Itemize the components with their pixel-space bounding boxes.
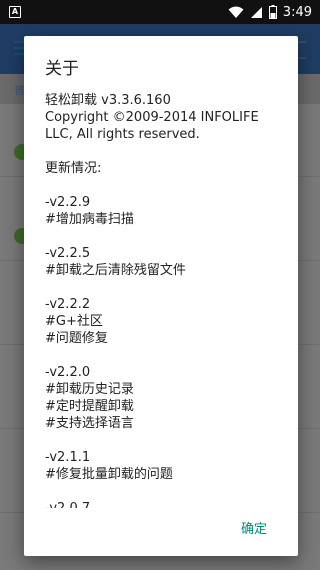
content-line: Copyright ©2009-2014 INFOLIFE: [45, 110, 259, 125]
content-line: LLC, All rights reserved.: [45, 127, 200, 142]
content-line: #G+社区: [45, 314, 103, 329]
status-bar: A 3:49: [0, 0, 320, 24]
content-line: #支持选择语言: [45, 416, 134, 431]
clock: 3:49: [282, 4, 312, 20]
content-line: -v2.2.9: [45, 195, 91, 210]
content-line: -v2.1.1: [45, 450, 91, 465]
content-line: #问题修复: [45, 331, 108, 346]
about-dialog: 关于 轻松卸载 v3.3.6.160 Copyright ©2009-2014 I…: [24, 36, 298, 556]
signal-icon: [250, 6, 262, 18]
content-line: 轻松卸载 v3.3.6.160: [45, 93, 171, 108]
battery-icon: [268, 5, 277, 19]
dialog-actions: 确定: [24, 504, 298, 556]
dialog-content[interactable]: 轻松卸载 v3.3.6.160 Copyright ©2009-2014 INFO…: [45, 92, 285, 508]
dialog-title: 关于: [45, 59, 79, 79]
confirm-button[interactable]: 确定: [234, 512, 274, 548]
content-line: #卸载历史记录: [45, 382, 134, 397]
content-line: #修复批量卸载的问题: [45, 467, 173, 482]
content-line: #增加病毒扫描: [45, 212, 134, 227]
notification-icon: A: [9, 6, 21, 18]
content-line: #定时提醒卸载: [45, 399, 134, 414]
content-line: #卸载之后清除残留文件: [45, 263, 186, 278]
content-line: -v2.2.0: [45, 365, 91, 380]
content-line: 更新情况:: [45, 161, 102, 176]
content-line: -v2.2.2: [45, 297, 91, 312]
content-line: -v2.2.5: [45, 246, 91, 261]
status-icons: 3:49: [228, 0, 312, 24]
wifi-icon: [228, 6, 244, 18]
